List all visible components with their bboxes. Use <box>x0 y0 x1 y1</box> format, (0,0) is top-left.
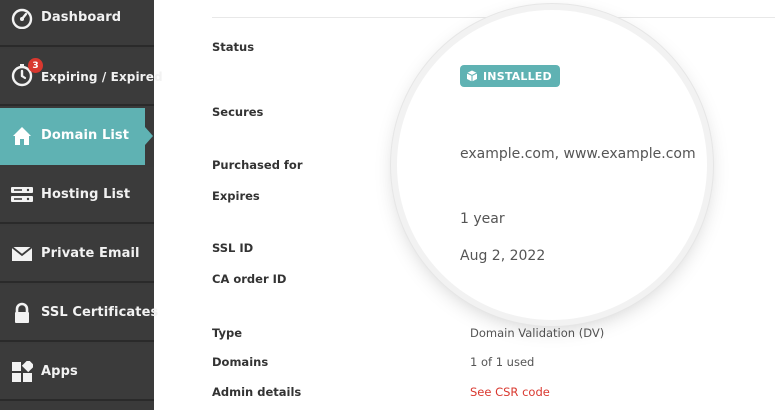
status-badge-label: INSTALLED <box>483 69 552 83</box>
value-secures: example.com, www.example.com <box>460 146 696 162</box>
home-icon <box>10 124 34 148</box>
sidebar-item-apps[interactable]: Apps <box>0 344 154 401</box>
package-icon <box>466 70 478 82</box>
label-ssl-id: SSL ID <box>212 241 254 255</box>
sidebar-item-label: Apps <box>41 364 78 379</box>
label-expires: Expires <box>212 189 260 203</box>
expiring-count-badge: 3 <box>28 58 43 73</box>
label-status: Status <box>212 40 255 54</box>
magnifier-lens <box>397 10 707 320</box>
sidebar-item-domain-list[interactable]: Domain List <box>0 108 153 165</box>
value-expires: Aug 2, 2022 <box>460 248 546 264</box>
label-admin-details: Admin details <box>212 385 302 399</box>
sidebar-item-private-email[interactable]: Private Email <box>0 226 154 283</box>
sidebar-item-label: Hosting List <box>41 187 131 202</box>
lock-icon <box>10 301 34 325</box>
sidebar-item-label: Expiring / Expired <box>41 69 163 84</box>
label-type: Type <box>212 326 243 340</box>
sidebar-item-label: Dashboard <box>41 10 122 25</box>
sidebar-item-label: SSL Certificates <box>41 305 159 320</box>
label-secures: Secures <box>212 105 264 119</box>
divider <box>212 17 775 18</box>
value-purchased-for: 1 year <box>460 211 505 227</box>
see-csr-code-link[interactable]: See CSR code <box>470 385 550 399</box>
value-type: Domain Validation (DV) <box>470 326 605 340</box>
sidebar-item-label: Domain List <box>41 128 130 143</box>
sidebar-item-ssl-certificates[interactable]: SSL Certificates <box>0 285 158 342</box>
dashboard-gauge-icon <box>10 6 34 30</box>
sidebar-item-dashboard[interactable]: Dashboard <box>0 0 154 47</box>
server-icon <box>10 183 34 207</box>
label-ca-order-id: CA order ID <box>212 272 287 286</box>
label-domains: Domains <box>212 355 269 369</box>
envelope-icon <box>10 242 34 266</box>
label-purchased-for: Purchased for <box>212 158 303 172</box>
sidebar-item-expiring[interactable]: Expiring / Expired <box>0 49 163 106</box>
sidebar-item-hosting-list[interactable]: Hosting List <box>0 167 154 224</box>
apps-grid-icon <box>10 360 34 384</box>
value-domains: 1 of 1 used <box>470 355 535 369</box>
status-badge: INSTALLED <box>460 65 560 87</box>
sidebar: Dashboard Expiring / Expired Domain List… <box>0 0 163 410</box>
sidebar-item-label: Private Email <box>41 246 140 261</box>
